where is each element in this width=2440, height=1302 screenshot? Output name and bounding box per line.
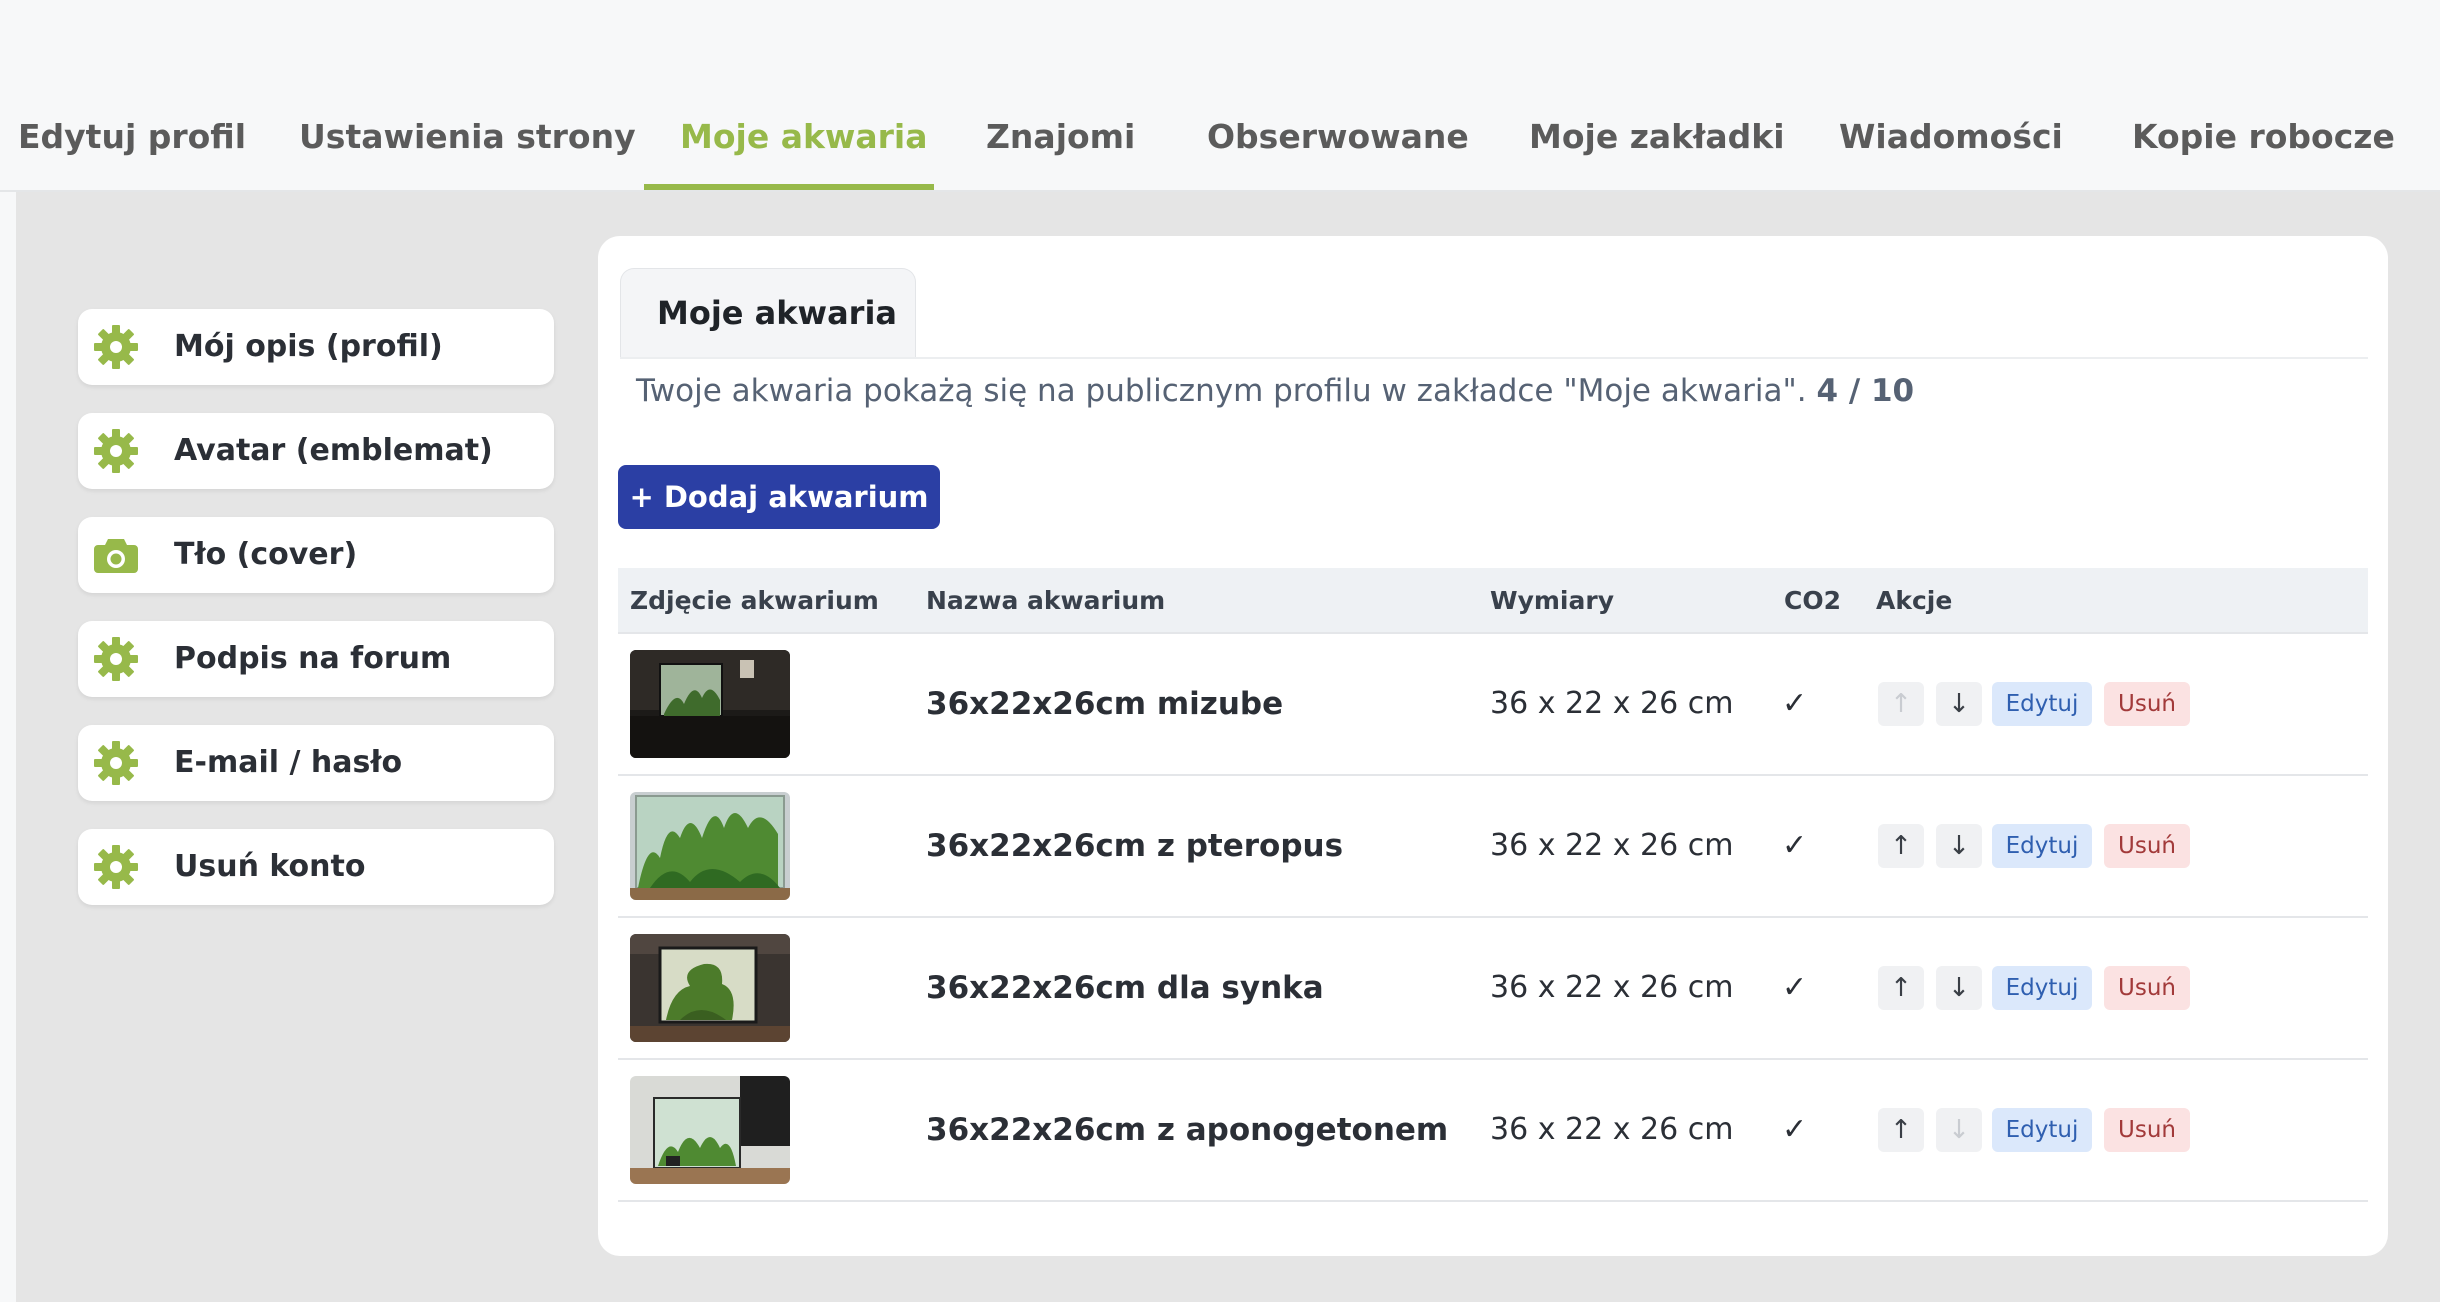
- co2-check: ✓: [1782, 686, 1808, 721]
- table-row: 36x22x26cm z pteropus 36 x 22 x 26 cm ✓ …: [618, 776, 2368, 918]
- table-row: 36x22x26cm z aponogetonem 36 x 22 x 26 c…: [618, 1060, 2368, 1202]
- col-header-photo: Zdjęcie akwarium: [630, 586, 879, 615]
- aquarium-name: 36x22x26cm z aponogetonem: [926, 1112, 1449, 1148]
- delete-button[interactable]: Usuń: [2104, 966, 2190, 1010]
- aquarium-name: 36x22x26cm dla synka: [926, 970, 1324, 1006]
- sidebar-item-label: Tło (cover): [174, 537, 358, 572]
- aquarium-photo[interactable]: [630, 650, 790, 758]
- gear-icon: [92, 739, 140, 787]
- tab-znajomi[interactable]: Znajomi: [986, 112, 1135, 192]
- col-header-actions: Akcje: [1876, 586, 1953, 615]
- sidebar-item-label: Avatar (emblemat): [174, 433, 493, 468]
- move-up-button[interactable]: ↑: [1878, 824, 1924, 868]
- tab-kopie-robocze[interactable]: Kopie robocze: [2132, 112, 2395, 192]
- sidebar-item-label: Usuń konto: [174, 849, 366, 884]
- col-header-name: Nazwa akwarium: [926, 586, 1166, 615]
- tab-wiadomosci[interactable]: Wiadomości: [1839, 112, 2063, 192]
- sidebar-item-email[interactable]: E-mail / hasło: [78, 725, 554, 801]
- delete-button[interactable]: Usuń: [2104, 824, 2190, 868]
- aquarium-dims: 36 x 22 x 26 cm: [1490, 828, 1734, 863]
- gear-icon: [92, 635, 140, 683]
- move-down-button: ↓: [1936, 1108, 1982, 1152]
- move-down-button[interactable]: ↓: [1936, 966, 1982, 1010]
- move-down-button[interactable]: ↓: [1936, 824, 1982, 868]
- active-tab-indicator: [644, 184, 934, 190]
- co2-check: ✓: [1782, 970, 1808, 1005]
- aquarium-name: 36x22x26cm z pteropus: [926, 828, 1344, 864]
- delete-button[interactable]: Usuń: [2104, 682, 2190, 726]
- move-up-button[interactable]: ↑: [1878, 1108, 1924, 1152]
- sidebar-item-usun-konto[interactable]: Usuń konto: [78, 829, 554, 905]
- delete-button[interactable]: Usuń: [2104, 1108, 2190, 1152]
- sidebar-item-podpis[interactable]: Podpis na forum: [78, 621, 554, 697]
- aquarium-photo[interactable]: [630, 934, 790, 1042]
- aquarium-count: 4 / 10: [1816, 373, 1915, 409]
- table-row: 36x22x26cm mizube 36 x 22 x 26 cm ✓ ↑ ↓ …: [618, 634, 2368, 776]
- section-tab[interactable]: Moje akwaria: [620, 268, 916, 358]
- sidebar-item-moj-opis[interactable]: Mój opis (profil): [78, 309, 554, 385]
- co2-check: ✓: [1782, 828, 1808, 863]
- tab-obserwowane[interactable]: Obserwowane: [1207, 112, 1469, 192]
- edit-button[interactable]: Edytuj: [1992, 824, 2092, 868]
- move-up-button: ↑: [1878, 682, 1924, 726]
- co2-check: ✓: [1782, 1112, 1808, 1147]
- move-up-button[interactable]: ↑: [1878, 966, 1924, 1010]
- table-row: 36x22x26cm dla synka 36 x 22 x 26 cm ✓ ↑…: [618, 918, 2368, 1060]
- aquarium-photo[interactable]: [630, 792, 790, 900]
- info-message: Twoje akwaria pokażą się na publicznym p…: [636, 373, 1817, 409]
- sidebar-item-label: Mój opis (profil): [174, 329, 443, 364]
- info-text: Twoje akwaria pokażą się na publicznym p…: [636, 366, 1914, 416]
- sidebar-item-label: E-mail / hasło: [174, 745, 403, 780]
- col-header-dims: Wymiary: [1490, 586, 1614, 615]
- sidebar-item-label: Podpis na forum: [174, 641, 452, 676]
- section-tab-label: Moje akwaria: [657, 294, 898, 332]
- add-aquarium-button[interactable]: + Dodaj akwarium: [618, 465, 940, 529]
- aquarium-name: 36x22x26cm mizube: [926, 686, 1284, 722]
- gear-icon: [92, 427, 140, 475]
- gear-icon: [92, 323, 140, 371]
- aquarium-dims: 36 x 22 x 26 cm: [1490, 970, 1734, 1005]
- aquarium-dims: 36 x 22 x 26 cm: [1490, 1112, 1734, 1147]
- edit-button[interactable]: Edytuj: [1992, 966, 2092, 1010]
- aquarium-dims: 36 x 22 x 26 cm: [1490, 686, 1734, 721]
- tab-edytuj-profil[interactable]: Edytuj profil: [18, 112, 246, 192]
- camera-icon: [92, 531, 140, 579]
- gear-icon: [92, 843, 140, 891]
- sidebar-item-tlo[interactable]: Tło (cover): [78, 517, 554, 593]
- top-nav: Edytuj profil Ustawienia strony Moje akw…: [0, 100, 2440, 192]
- edit-button[interactable]: Edytuj: [1992, 1108, 2092, 1152]
- move-down-button[interactable]: ↓: [1936, 682, 1982, 726]
- divider: [620, 357, 2368, 359]
- tab-moje-zakladki[interactable]: Moje zakładki: [1529, 112, 1785, 192]
- tab-moje-akwaria[interactable]: Moje akwaria: [680, 112, 928, 192]
- edit-button[interactable]: Edytuj: [1992, 682, 2092, 726]
- col-header-co2: CO2: [1784, 586, 1841, 615]
- table-header: Zdjęcie akwarium Nazwa akwarium Wymiary …: [618, 568, 2368, 634]
- tab-ustawienia-strony[interactable]: Ustawienia strony: [299, 112, 636, 192]
- sidebar-item-avatar[interactable]: Avatar (emblemat): [78, 413, 554, 489]
- aquarium-photo[interactable]: [630, 1076, 790, 1184]
